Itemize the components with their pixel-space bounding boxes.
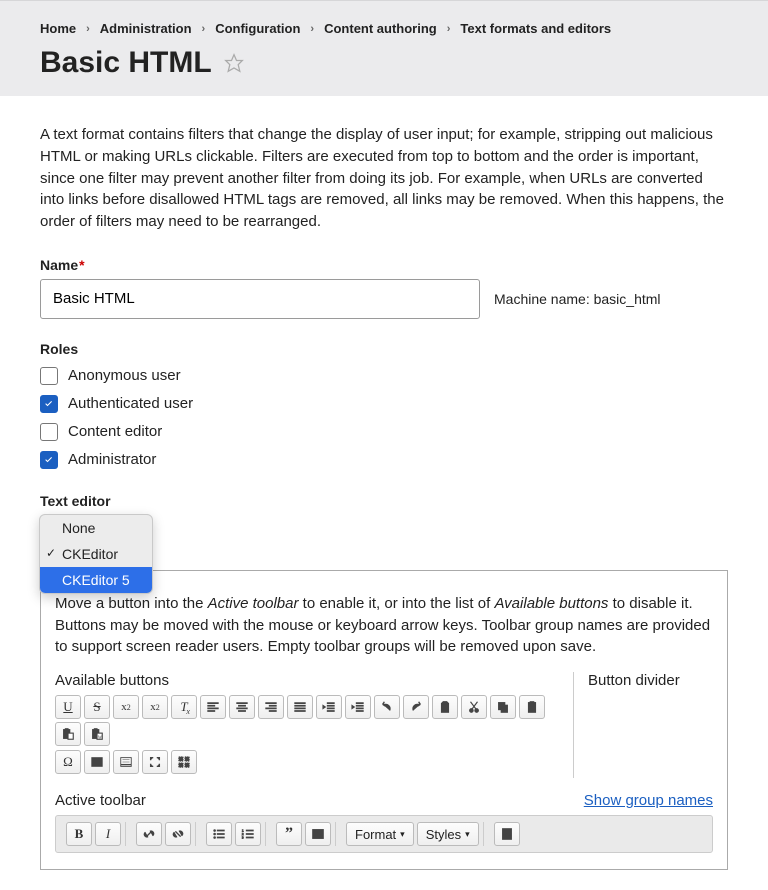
role-content-editor-label: Content editor (68, 423, 162, 440)
anchor-button[interactable] (432, 695, 458, 719)
page-title: Basic HTML (40, 46, 728, 80)
breadcrumb-content-authoring[interactable]: Content authoring (324, 21, 437, 36)
align-left-button[interactable] (200, 695, 226, 719)
chevron-right-icon: › (310, 23, 314, 35)
roles-label: Roles (40, 341, 728, 357)
indent-button[interactable] (345, 695, 371, 719)
name-input[interactable] (40, 279, 480, 319)
showblocks-button[interactable] (171, 750, 197, 774)
checkbox-anonymous[interactable] (40, 367, 58, 385)
blockquote-button[interactable]: ” (276, 822, 302, 846)
toolbar-config-description: Move a button into the Active toolbar to… (55, 593, 713, 658)
chevron-right-icon: › (447, 23, 451, 35)
chevron-right-icon: › (202, 23, 206, 35)
option-ckeditor-label: CKEditor (62, 546, 118, 562)
align-right-button[interactable] (258, 695, 284, 719)
breadcrumb-text-formats[interactable]: Text formats and editors (460, 21, 611, 36)
available-buttons-row1: U S x2 x2 Tx (55, 695, 555, 746)
paste-button[interactable] (519, 695, 545, 719)
checkbox-administrator[interactable] (40, 451, 58, 469)
intro-text: A text format contains filters that chan… (40, 124, 728, 233)
option-ckeditor[interactable]: ✓ CKEditor (40, 541, 152, 567)
horizontalrule-button[interactable] (113, 750, 139, 774)
svg-text:3: 3 (242, 835, 244, 839)
specialchar-button[interactable]: Ω (55, 750, 81, 774)
header-region: Home › Administration › Configuration › … (0, 0, 768, 96)
redo-button[interactable] (403, 695, 429, 719)
breadcrumb: Home › Administration › Configuration › … (40, 21, 728, 36)
strikethrough-button[interactable]: S (84, 695, 110, 719)
role-authenticated-label: Authenticated user (68, 395, 193, 412)
unlink-button[interactable] (165, 822, 191, 846)
breadcrumb-configuration[interactable]: Configuration (215, 21, 300, 36)
checkmark-icon: ✓ (46, 546, 56, 560)
name-label: Name* (40, 257, 728, 273)
caret-down-icon: ▾ (400, 829, 405, 840)
breadcrumb-home[interactable]: Home (40, 21, 76, 36)
paste-word-button[interactable]: W (84, 722, 110, 746)
role-anonymous-label: Anonymous user (68, 367, 181, 384)
italic-button[interactable]: I (95, 822, 121, 846)
align-center-button[interactable] (229, 695, 255, 719)
copy-button[interactable] (490, 695, 516, 719)
undo-button[interactable] (374, 695, 400, 719)
numberlist-button[interactable]: 123 (235, 822, 261, 846)
page-title-text: Basic HTML (40, 46, 212, 80)
underline-button[interactable]: U (55, 695, 81, 719)
breadcrumb-administration[interactable]: Administration (100, 21, 192, 36)
cut-button[interactable] (461, 695, 487, 719)
name-label-text: Name (40, 257, 78, 273)
format-dropdown[interactable]: Format▾ (346, 822, 414, 846)
subscript-button[interactable]: x2 (142, 695, 168, 719)
button-divider-label: Button divider (588, 672, 713, 689)
outdent-button[interactable] (316, 695, 342, 719)
available-buttons-label: Available buttons (55, 672, 555, 689)
maximize-button[interactable] (142, 750, 168, 774)
caret-down-icon: ▾ (465, 829, 470, 840)
align-justify-button[interactable] (287, 695, 313, 719)
styles-dropdown[interactable]: Styles▾ (417, 822, 479, 846)
machine-name: Machine name: basic_html (494, 291, 661, 307)
image-button[interactable] (305, 822, 331, 846)
text-editor-dropdown: None ✓ CKEditor CKEditor 5 (39, 514, 153, 594)
text-editor-label: Text editor (40, 493, 728, 509)
paste-text-button[interactable] (55, 722, 81, 746)
content-region: A text format contains filters that chan… (0, 96, 768, 890)
checkbox-authenticated[interactable] (40, 395, 58, 413)
remove-format-button[interactable]: Tx (171, 695, 197, 719)
required-mark: * (79, 257, 84, 273)
table-button[interactable] (84, 750, 110, 774)
superscript-button[interactable]: x2 (113, 695, 139, 719)
toolbar-config-fieldset: uration Move a button into the Active to… (40, 563, 728, 870)
chevron-right-icon: › (86, 23, 90, 35)
option-none[interactable]: None (40, 515, 152, 541)
link-button[interactable] (136, 822, 162, 846)
active-toolbar-label: Active toolbar (55, 792, 146, 809)
bulletlist-button[interactable] (206, 822, 232, 846)
show-group-names-link[interactable]: Show group names (584, 792, 713, 809)
available-buttons-row2: Ω (55, 750, 555, 774)
checkbox-content-editor[interactable] (40, 423, 58, 441)
active-toolbar: B I 123 ” Format▾ Styles▾ (55, 815, 713, 853)
option-ckeditor5[interactable]: CKEditor 5 (40, 567, 152, 593)
bold-button[interactable]: B (66, 822, 92, 846)
source-button[interactable] (494, 822, 520, 846)
star-icon[interactable] (224, 53, 244, 73)
role-administrator-label: Administrator (68, 451, 156, 468)
